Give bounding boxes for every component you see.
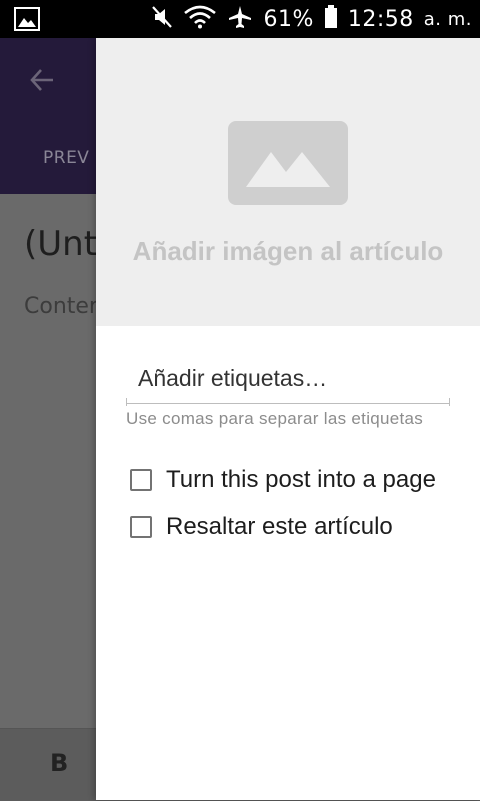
clock-ampm: a. m. [423,8,472,30]
airplane-icon [227,5,253,33]
post-title[interactable]: (Unt [24,224,97,264]
post-settings-drawer: Añadir imágen al artículo Use comas para… [96,38,480,800]
battery-percent: 61% [263,6,314,32]
back-arrow-icon[interactable] [28,66,56,94]
gallery-icon [14,7,40,31]
page-checkbox[interactable] [130,469,152,491]
tags-hint: Use comas para separar las etiquetas [126,409,424,428]
page-option-label: Turn this post into a page [166,466,436,493]
tab-preview[interactable]: PREV [43,148,89,168]
featured-checkbox[interactable] [130,516,152,538]
add-image-label: Añadir imágen al artículo [132,236,444,266]
post-content[interactable]: Conter [24,294,98,319]
battery-icon [324,5,338,33]
tags-input-underline [126,398,450,406]
tags-input[interactable] [126,354,450,404]
page-option-row[interactable]: Turn this post into a page [130,465,436,495]
status-bar: 61% 12:58 a. m. [0,0,480,38]
image-placeholder-icon [228,121,348,205]
add-image-area[interactable]: Añadir imágen al artículo [96,38,480,326]
featured-option-row[interactable]: Resaltar este artículo [130,512,393,542]
bold-button[interactable]: B [50,749,68,777]
featured-option-label: Resaltar este artículo [166,513,393,540]
clock: 12:58 [347,6,414,32]
mute-icon [151,5,173,33]
wifi-icon [183,5,217,33]
